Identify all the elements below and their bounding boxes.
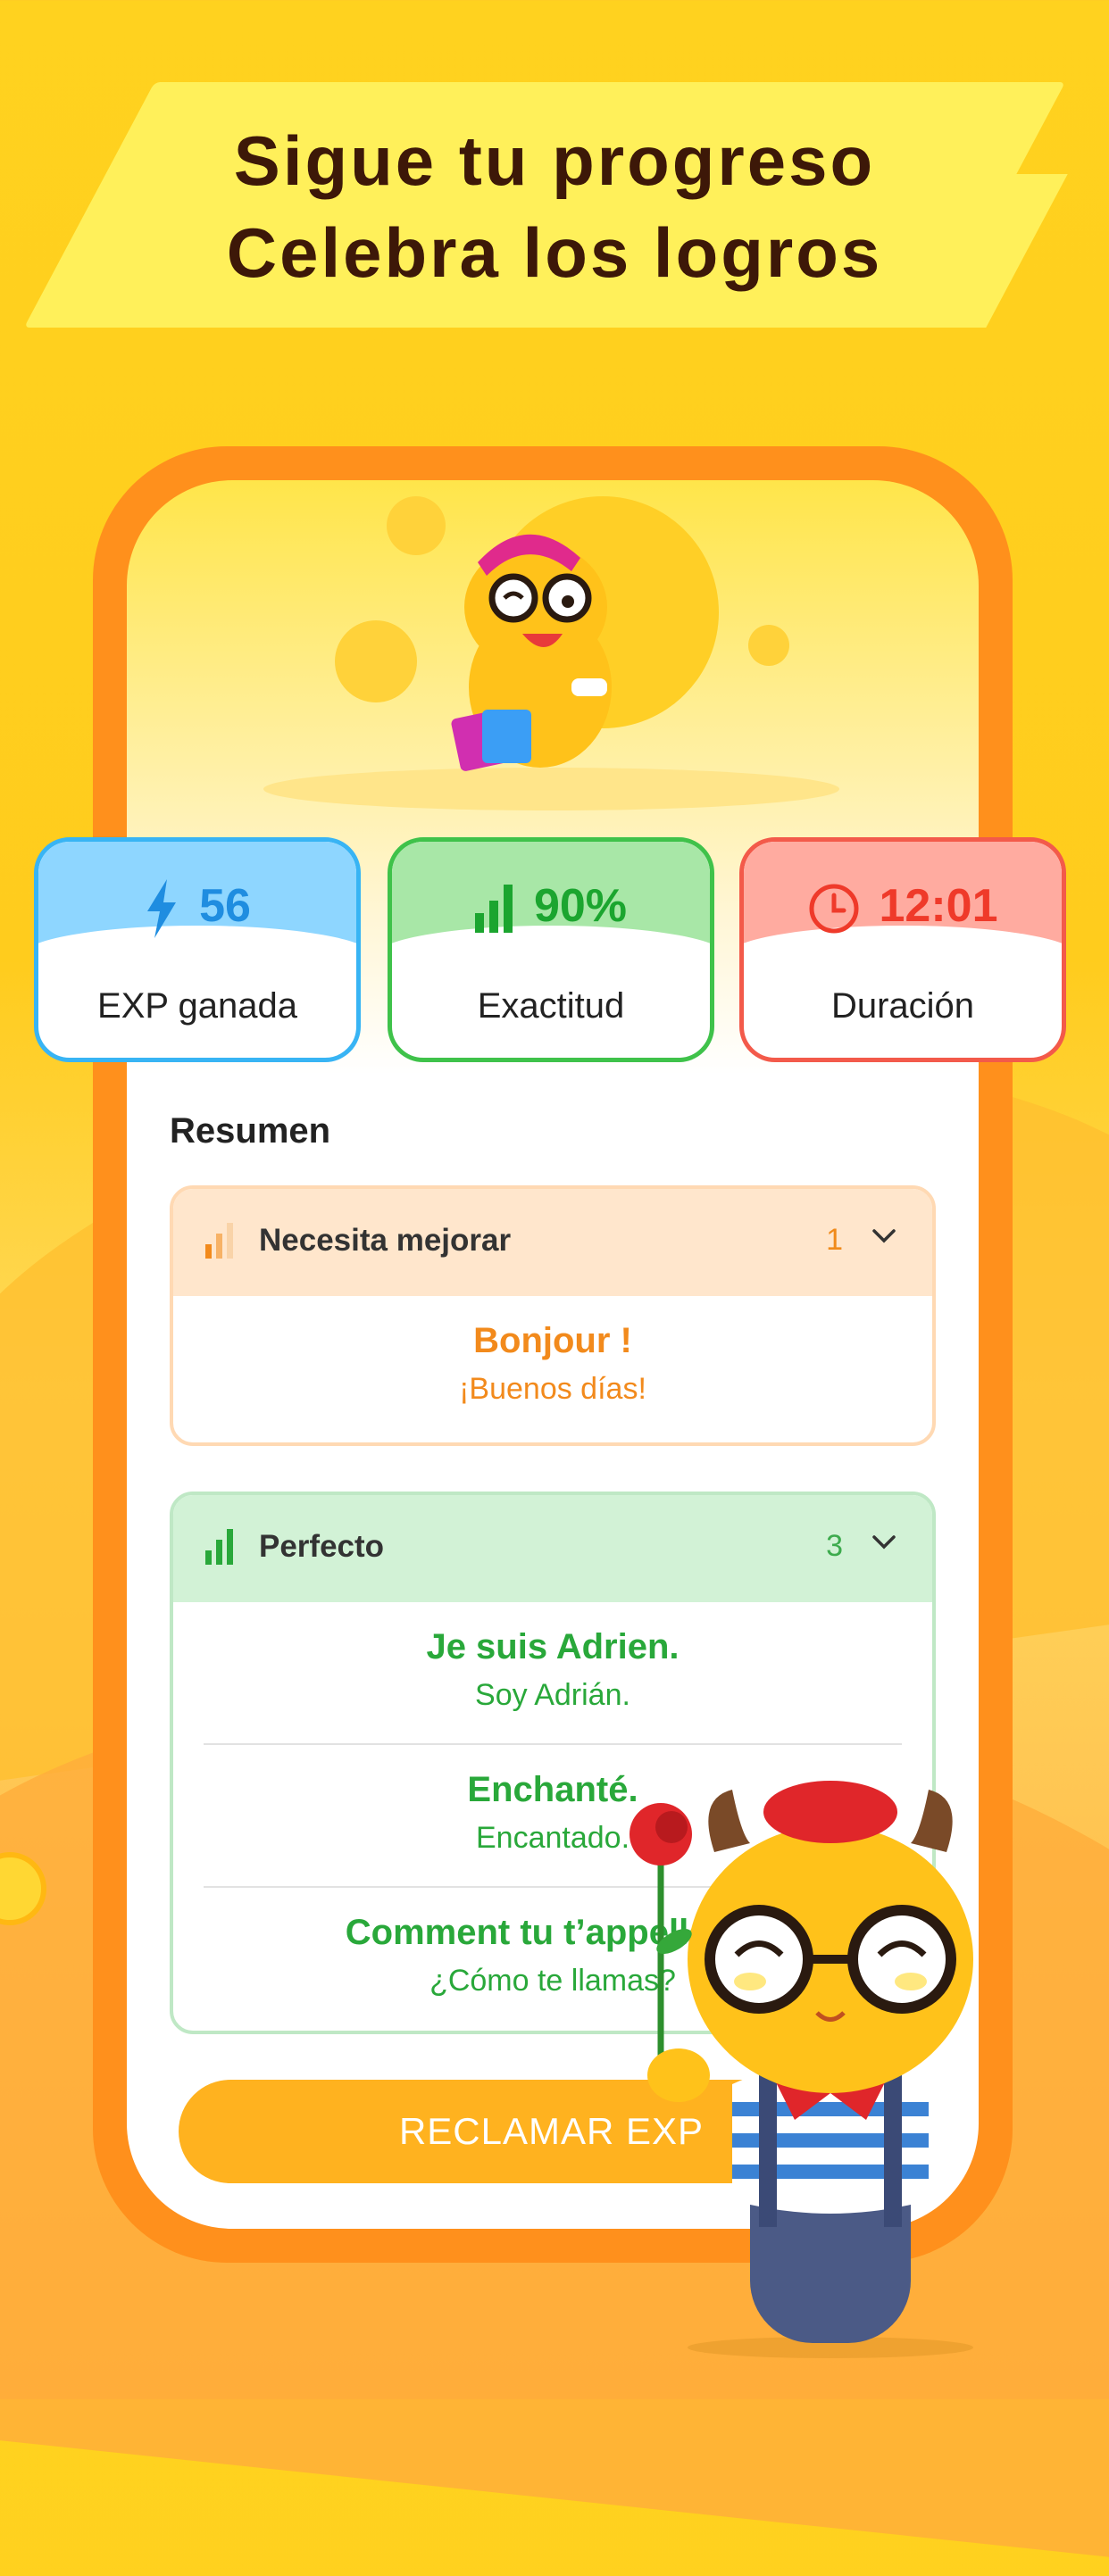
phrase-spanish: Soy Adrián. <box>475 1678 630 1712</box>
stat-label: Duración <box>830 986 975 1026</box>
summary-title: Resumen <box>170 1111 331 1151</box>
stat-value: 12:01 <box>744 879 1062 935</box>
chevron-down-icon[interactable] <box>871 1534 896 1550</box>
exp-value: 56 <box>199 880 251 932</box>
clock-icon <box>809 884 858 934</box>
stat-value: 90% <box>392 879 710 934</box>
headline-line-1: Sigue tu progreso <box>233 121 876 200</box>
stat-card-duration: 12:01 Duración <box>739 837 1066 1062</box>
stat-label: EXP ganada <box>97 986 297 1026</box>
mascot-french-illustration <box>630 1781 973 2358</box>
stat-card-exp: 56 EXP ganada <box>34 837 361 1062</box>
accuracy-value: 90% <box>533 880 628 932</box>
decorative-dot <box>748 625 789 666</box>
summary-group-needs-improvement: Necesita mejorar 1 Bonjour ! ¡Buenos día… <box>170 1185 936 1446</box>
group-header[interactable]: Perfecto 3 <box>173 1495 932 1602</box>
phrase-spanish: ¡Buenos días! <box>459 1372 646 1406</box>
stat-card-accuracy: 90% Exactitud <box>388 837 714 1062</box>
group-title: Perfecto <box>259 1529 385 1564</box>
stat-value: 56 <box>38 879 356 939</box>
list-item: Bonjour ! ¡Buenos días! <box>173 1296 932 1437</box>
phrase-french: Je suis Adrien. <box>426 1627 680 1666</box>
phrase-french: Bonjour ! <box>473 1321 632 1360</box>
bar-chart-icon <box>474 885 513 934</box>
lightning-icon <box>147 879 177 939</box>
duration-value: 12:01 <box>879 880 998 932</box>
headline-line-2: Celebra los logros <box>226 213 883 292</box>
group-count: 3 <box>826 1529 843 1563</box>
stat-label: Exactitud <box>477 986 625 1026</box>
mascot-shopping-illustration <box>451 534 612 771</box>
bar-chart-icon <box>205 1223 233 1259</box>
group-count: 1 <box>826 1223 843 1257</box>
bar-chart-icon <box>205 1529 233 1565</box>
chevron-down-icon[interactable] <box>871 1228 896 1244</box>
decorative-dot <box>335 620 417 702</box>
group-title: Necesita mejorar <box>259 1223 512 1258</box>
group-header[interactable]: Necesita mejorar 1 <box>173 1189 932 1296</box>
list-item: Je suis Adrien. Soy Adrián. <box>173 1602 932 1743</box>
